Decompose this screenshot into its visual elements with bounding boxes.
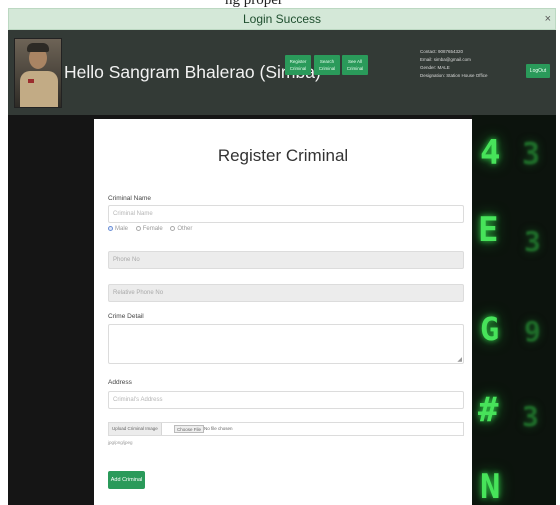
- criminal-name-label: Criminal Name: [108, 195, 151, 202]
- matrix-glyph-faint: 3: [522, 400, 539, 433]
- matrix-glyph: E: [478, 210, 499, 250]
- info-gender: Gender: MALE: [420, 65, 450, 70]
- add-criminal-button[interactable]: Add Criminal: [108, 471, 145, 489]
- address-input[interactable]: Criminal's Address: [108, 391, 464, 409]
- close-icon[interactable]: ×: [545, 13, 551, 25]
- address-label: Address: [108, 379, 132, 386]
- choose-file-button[interactable]: Choose File: [174, 425, 205, 433]
- avatar: [14, 38, 62, 108]
- main-area: 4 3 E 3 G 9 # 3 N Register Criminal Crim…: [8, 115, 556, 505]
- upload-label: Upload Criminal Image: [109, 423, 162, 435]
- matrix-background: 4 3 E 3 G 9 # 3 N: [472, 115, 556, 505]
- alert-message: Login Success: [242, 12, 322, 26]
- crime-detail-label: Crime Detail: [108, 313, 144, 320]
- radio-label: Female: [142, 226, 163, 232]
- matrix-glyph: 4: [480, 133, 501, 173]
- register-criminal-button[interactable]: Register Criminal: [285, 55, 311, 75]
- top-crop-fragment: ng proper: [0, 0, 560, 8]
- gender-radio-female[interactable]: Female: [135, 226, 163, 232]
- officer-info: Contact: 9087654320 Email: simba@gmail.c…: [420, 48, 500, 80]
- logout-button[interactable]: LogOut: [526, 64, 550, 78]
- crime-detail-textarea[interactable]: ◢: [108, 324, 464, 364]
- cropped-text: ng proper: [225, 0, 283, 8]
- phone-input[interactable]: Phone No: [108, 251, 464, 269]
- nav-label-line2: Criminal: [318, 66, 336, 71]
- nav-label-line1: Register: [289, 59, 307, 64]
- info-email: Email: simba@gmail.com: [420, 57, 471, 62]
- greeting-text: Hello Sangram Bhalerao (Simba): [64, 62, 321, 82]
- radio-label: Male: [115, 226, 129, 232]
- gender-radio-group: Male Female Other: [108, 226, 198, 232]
- form-title: Register Criminal: [217, 146, 349, 165]
- criminal-image-upload: Upload Criminal Image Choose File No fil…: [108, 422, 464, 436]
- no-file-text: No file chosen: [204, 426, 233, 431]
- register-criminal-form: Register Criminal Criminal Name Criminal…: [94, 119, 472, 505]
- matrix-glyph: G: [480, 310, 500, 348]
- nav-label-line2: Criminal: [289, 66, 307, 71]
- radio-label: Other: [177, 226, 193, 232]
- relative-phone-input[interactable]: Relative Phone No: [108, 284, 464, 302]
- login-success-alert: Login Success ×: [8, 8, 556, 30]
- criminal-name-input[interactable]: Criminal Name: [108, 205, 464, 223]
- gender-radio-other[interactable]: Other: [170, 226, 192, 232]
- resize-handle-icon[interactable]: ◢: [457, 357, 462, 363]
- nav-label-line1: Search: [319, 59, 335, 64]
- info-designation: Designation: Station House Office: [420, 73, 488, 78]
- search-criminal-button[interactable]: Search Criminal: [314, 55, 340, 75]
- matrix-glyph: #: [478, 390, 499, 430]
- gender-radio-male[interactable]: Male: [108, 226, 128, 232]
- nav-label-line2: Criminal: [346, 66, 364, 71]
- matrix-glyph-faint: 3: [524, 225, 541, 258]
- info-contact: Contact: 9087654320: [420, 49, 464, 54]
- file-type-hint: jpg/png/jpeg: [108, 440, 133, 445]
- matrix-glyph: N: [480, 467, 501, 505]
- matrix-glyph-faint: 3: [522, 137, 541, 172]
- nav-label-line1: See All: [347, 59, 362, 64]
- matrix-glyph-faint: 9: [524, 315, 541, 348]
- officer-header: Hello Sangram Bhalerao (Simba) Register …: [8, 30, 556, 115]
- see-all-criminal-button[interactable]: See All Criminal: [342, 55, 368, 75]
